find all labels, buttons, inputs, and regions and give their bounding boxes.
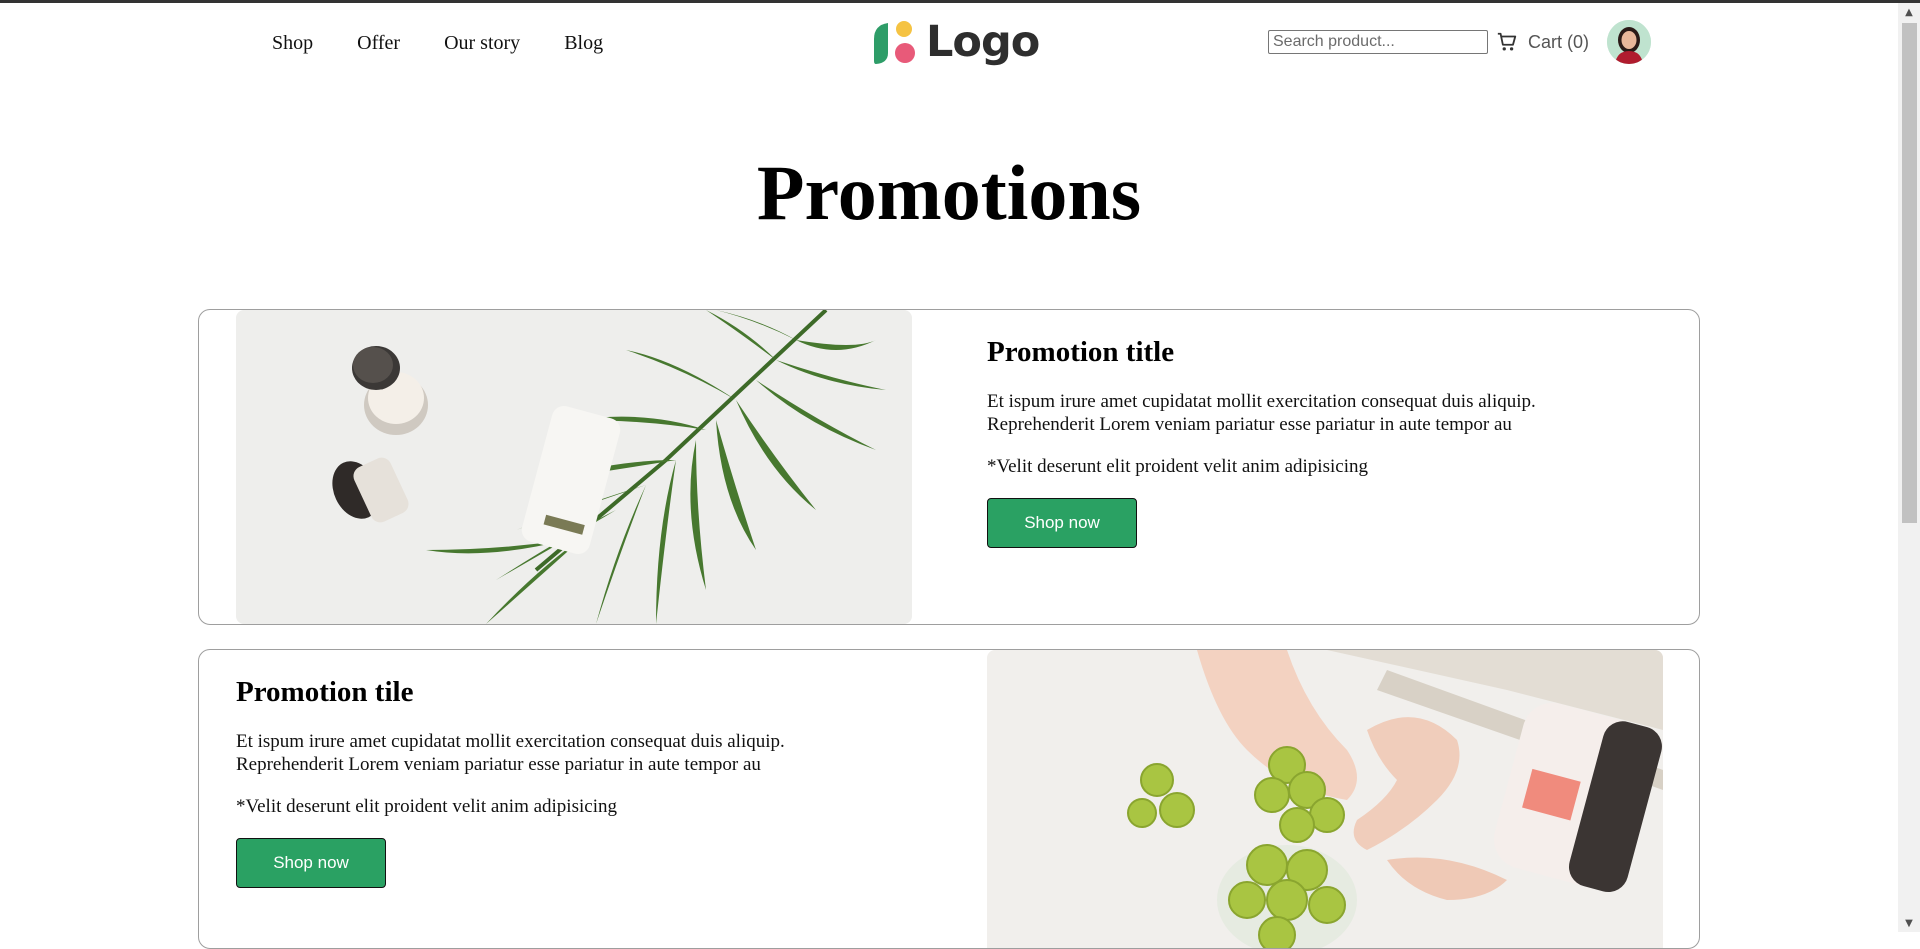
scroll-up-arrow-icon[interactable]: ▲ (1898, 3, 1920, 21)
shopping-cart-icon (1497, 32, 1517, 51)
nav-link-blog[interactable]: Blog (564, 31, 603, 55)
cart-label: Cart (0) (1528, 31, 1590, 52)
user-avatar-icon (1607, 20, 1651, 64)
scrollbar-thumb[interactable] (1902, 23, 1917, 523)
main-nav: Shop Offer Our story Blog (272, 31, 647, 55)
promotion-description: Et ispum irure amet cupidatat mollit exe… (236, 731, 785, 775)
promotion-description: Et ispum irure amet cupidatat mollit exe… (987, 391, 1536, 435)
cart-button[interactable]: Cart (0) (1496, 31, 1589, 53)
gummies-product-image (987, 650, 1663, 948)
promotion-note: *Velit deserunt elit proident velit anim… (236, 796, 617, 817)
logo[interactable]: Logo (870, 17, 1040, 67)
cosmetics-product-image (236, 310, 912, 624)
promotion-image (987, 650, 1663, 948)
promotion-title: Promotion title (987, 336, 1175, 368)
promotion-content: Promotion tile Et ispum irure amet cupid… (236, 674, 876, 888)
promotion-content: Promotion title Et ispum irure amet cupi… (987, 334, 1627, 548)
nav-link-shop[interactable]: Shop (272, 31, 313, 55)
promotion-card: Promotion tile Et ispum irure amet cupid… (198, 649, 1700, 949)
search-input[interactable] (1268, 30, 1488, 54)
shop-now-button[interactable]: Shop now (987, 498, 1137, 548)
promotion-card: Promotion title Et ispum irure amet cupi… (198, 309, 1700, 625)
vertical-scrollbar[interactable]: ▲ ▼ (1898, 3, 1920, 932)
logo-mark-icon (874, 21, 915, 64)
promotion-title: Promotion tile (236, 676, 414, 708)
nav-link-offer[interactable]: Offer (357, 31, 400, 55)
scroll-down-arrow-icon[interactable]: ▼ (1898, 914, 1920, 932)
promotion-note: *Velit deserunt elit proident velit anim… (987, 456, 1368, 477)
nav-link-our-story[interactable]: Our story (444, 31, 520, 55)
page-title: Promotions (756, 149, 1142, 236)
logo-text: Logo (926, 17, 1040, 67)
user-avatar[interactable] (1607, 20, 1651, 64)
shop-now-button[interactable]: Shop now (236, 838, 386, 888)
site-header: Shop Offer Our story Blog Logo Cart (0) (0, 3, 1898, 79)
promotion-image (236, 310, 912, 624)
